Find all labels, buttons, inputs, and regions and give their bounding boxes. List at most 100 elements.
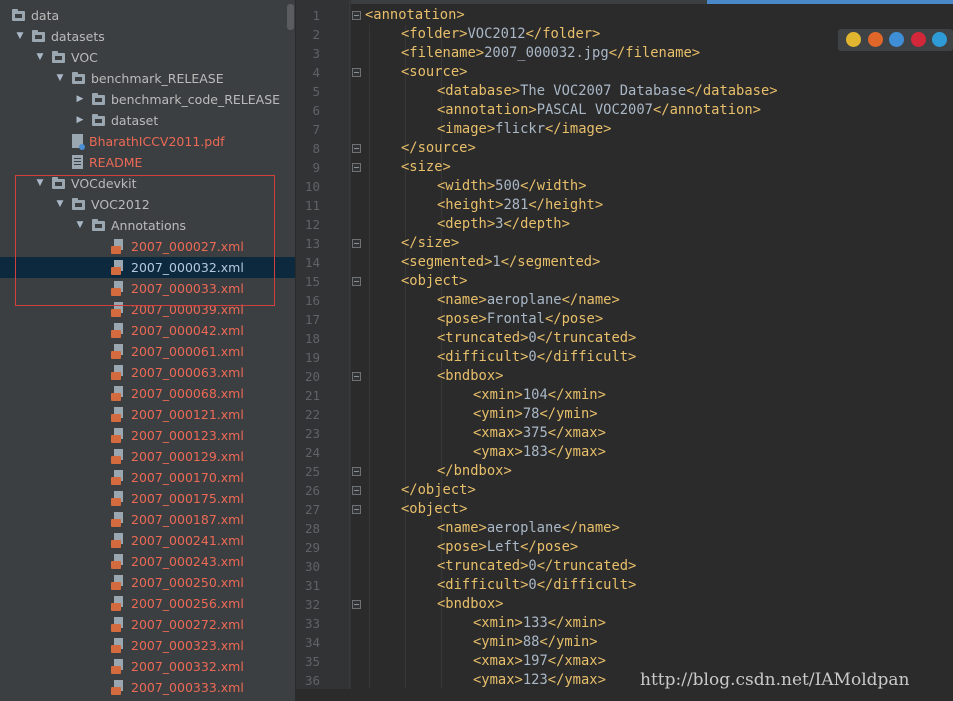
code-line[interactable]: <filename>2007_000032.jpg</filename> [401, 44, 700, 63]
tree-row-readme[interactable]: README [0, 152, 295, 173]
tree-row-2007-000063-xml[interactable]: 2007_000063.xml [0, 362, 295, 383]
code-line[interactable]: <ymax>183</ymax> [473, 443, 606, 462]
code-line[interactable]: <pose>Left</pose> [437, 538, 578, 557]
xml-value: 88 [522, 634, 540, 650]
tree-row-data[interactable]: data [0, 5, 295, 26]
collapse-arrow-icon[interactable]: ▶ [75, 89, 85, 110]
opera-icon[interactable] [910, 32, 926, 47]
chrome-icon[interactable] [846, 32, 861, 47]
code-line[interactable]: <xmin>133</xmin> [473, 614, 606, 633]
expand-arrow-icon[interactable]: ▼ [75, 215, 85, 236]
code-line[interactable]: <width>500</width> [437, 177, 587, 196]
code-line[interactable]: <xmax>197</xmax> [473, 652, 606, 671]
tree-row-2007-000323-xml[interactable]: 2007_000323.xml [0, 635, 295, 656]
expand-arrow-icon[interactable]: ▼ [15, 26, 25, 47]
tree-row-2007-000333-xml[interactable]: 2007_000333.xml [0, 677, 295, 698]
tree-row-benchmark-release[interactable]: ▼ benchmark_RELEASE [0, 68, 295, 89]
code-line[interactable]: <name>aeroplane</name> [437, 291, 620, 310]
code-line[interactable]: <difficult>0</difficult> [437, 348, 636, 367]
firefox-icon[interactable] [867, 32, 883, 47]
tree-row-2007-000123-xml[interactable]: 2007_000123.xml [0, 425, 295, 446]
tree-row-2007-000250-xml[interactable]: 2007_000250.xml [0, 572, 295, 593]
tree-row-2007-000243-xml[interactable]: 2007_000243.xml [0, 551, 295, 572]
code-line[interactable]: <xmin>104</xmin> [473, 386, 606, 405]
tree-row-2007-000241-xml[interactable]: 2007_000241.xml [0, 530, 295, 551]
tree-scrollbar[interactable] [287, 4, 294, 30]
tree-row-benchmark-code-release[interactable]: ▶ benchmark_code_RELEASE [0, 89, 295, 110]
fold-marker-icon[interactable] [352, 467, 361, 476]
tree-row-voc2012[interactable]: ▼ VOC2012 [0, 194, 295, 215]
xml-tag: </database> [686, 83, 778, 99]
ie-icon[interactable] [932, 32, 947, 47]
line-number: 36 [304, 673, 320, 688]
fold-marker-icon[interactable] [352, 68, 361, 77]
xml-editor[interactable]: <annotation> <folder>VOC2012</folder> <fil… [350, 0, 953, 701]
fold-marker-icon[interactable] [352, 600, 361, 609]
fold-marker-icon[interactable] [352, 239, 361, 248]
fold-marker-icon[interactable] [352, 486, 361, 495]
tree-row-2007-000175-xml[interactable]: 2007_000175.xml [0, 488, 295, 509]
tree-row-2007-000187-xml[interactable]: 2007_000187.xml [0, 509, 295, 530]
code-line[interactable]: <truncated>0</truncated> [437, 329, 636, 348]
code-line[interactable]: <bndbox> [437, 595, 503, 614]
fold-marker-icon[interactable] [352, 277, 361, 286]
code-line[interactable]: </source> [401, 139, 476, 158]
code-line[interactable]: <height>281</height> [437, 196, 603, 215]
code-line[interactable]: </bndbox> [437, 462, 512, 481]
code-line[interactable]: <source> [401, 63, 467, 82]
code-line[interactable]: <folder>VOC2012</folder> [401, 25, 600, 44]
expand-arrow-icon[interactable]: ▼ [55, 194, 65, 215]
xml-tag: </height> [528, 197, 604, 213]
code-line[interactable]: </object> [401, 481, 476, 500]
tree-row-2007-000121-xml[interactable]: 2007_000121.xml [0, 404, 295, 425]
code-line[interactable]: <ymin>88</ymin> [473, 633, 598, 652]
code-line[interactable]: <object> [401, 272, 467, 291]
code-line[interactable]: <database>The VOC2007 Database</database… [437, 82, 778, 101]
code-line[interactable]: <annotation>PASCAL VOC2007</annotation> [437, 101, 761, 120]
fold-marker-icon[interactable] [352, 505, 361, 514]
collapse-arrow-icon[interactable]: ▶ [75, 110, 85, 131]
code-line[interactable]: <difficult>0</difficult> [437, 576, 636, 595]
code-line[interactable]: <pose>Frontal</pose> [437, 310, 603, 329]
tree-row-annotations[interactable]: ▼ Annotations [0, 215, 295, 236]
tree-item-label: 2007_000241.xml [131, 533, 244, 548]
tree-row-vocdevkit[interactable]: ▼ VOCdevkit [0, 173, 295, 194]
expand-arrow-icon[interactable]: ▼ [35, 47, 45, 68]
tree-row-2007-000039-xml[interactable]: 2007_000039.xml [0, 299, 295, 320]
tree-row-2007-000042-xml[interactable]: 2007_000042.xml [0, 320, 295, 341]
code-line[interactable]: <name>aeroplane</name> [437, 519, 620, 538]
code-line[interactable]: <segmented>1</segmented> [401, 253, 600, 272]
code-line[interactable]: <ymax>123</ymax> [473, 671, 606, 690]
tree-row-2007-000068-xml[interactable]: 2007_000068.xml [0, 383, 295, 404]
tree-row-2007-000256-xml[interactable]: 2007_000256.xml [0, 593, 295, 614]
code-line[interactable]: <object> [401, 500, 467, 519]
tree-row-2007-000061-xml[interactable]: 2007_000061.xml [0, 341, 295, 362]
tree-row-2007-000027-xml[interactable]: 2007_000027.xml [0, 236, 295, 257]
tree-row-2007-000032-xml[interactable]: 2007_000032.xml [0, 257, 295, 278]
code-line[interactable]: <truncated>0</truncated> [437, 557, 636, 576]
code-line[interactable]: <xmax>375</xmax> [473, 424, 606, 443]
fold-marker-icon[interactable] [352, 163, 361, 172]
fold-marker-icon[interactable] [352, 144, 361, 153]
expand-arrow-icon[interactable]: ▼ [55, 68, 65, 89]
code-line[interactable]: <image>flickr</image> [437, 120, 611, 139]
code-line[interactable]: <ymin>78</ymin> [473, 405, 598, 424]
tree-row-datasets[interactable]: ▼ datasets [0, 26, 295, 47]
code-line[interactable]: <depth>3</depth> [437, 215, 570, 234]
code-line[interactable]: </size> [401, 234, 459, 253]
tree-row-2007-000332-xml[interactable]: 2007_000332.xml [0, 656, 295, 677]
fold-marker-icon[interactable] [352, 372, 361, 381]
fold-marker-icon[interactable] [352, 11, 361, 20]
expand-arrow-icon[interactable]: ▼ [35, 173, 45, 194]
code-line[interactable]: <size> [401, 158, 451, 177]
safari-icon[interactable] [889, 32, 904, 47]
tree-row-2007-000272-xml[interactable]: 2007_000272.xml [0, 614, 295, 635]
tree-row-voc[interactable]: ▼ VOC [0, 47, 295, 68]
tree-row-2007-000033-xml[interactable]: 2007_000033.xml [0, 278, 295, 299]
code-line[interactable]: <bndbox> [437, 367, 503, 386]
tree-row-2007-000129-xml[interactable]: 2007_000129.xml [0, 446, 295, 467]
tree-row-2007-000170-xml[interactable]: 2007_000170.xml [0, 467, 295, 488]
tree-row-dataset[interactable]: ▶ dataset [0, 110, 295, 131]
tree-row-bharathiccv2011-pdf[interactable]: BharathICCV2011.pdf [0, 131, 295, 152]
code-line[interactable]: <annotation> [365, 6, 465, 25]
